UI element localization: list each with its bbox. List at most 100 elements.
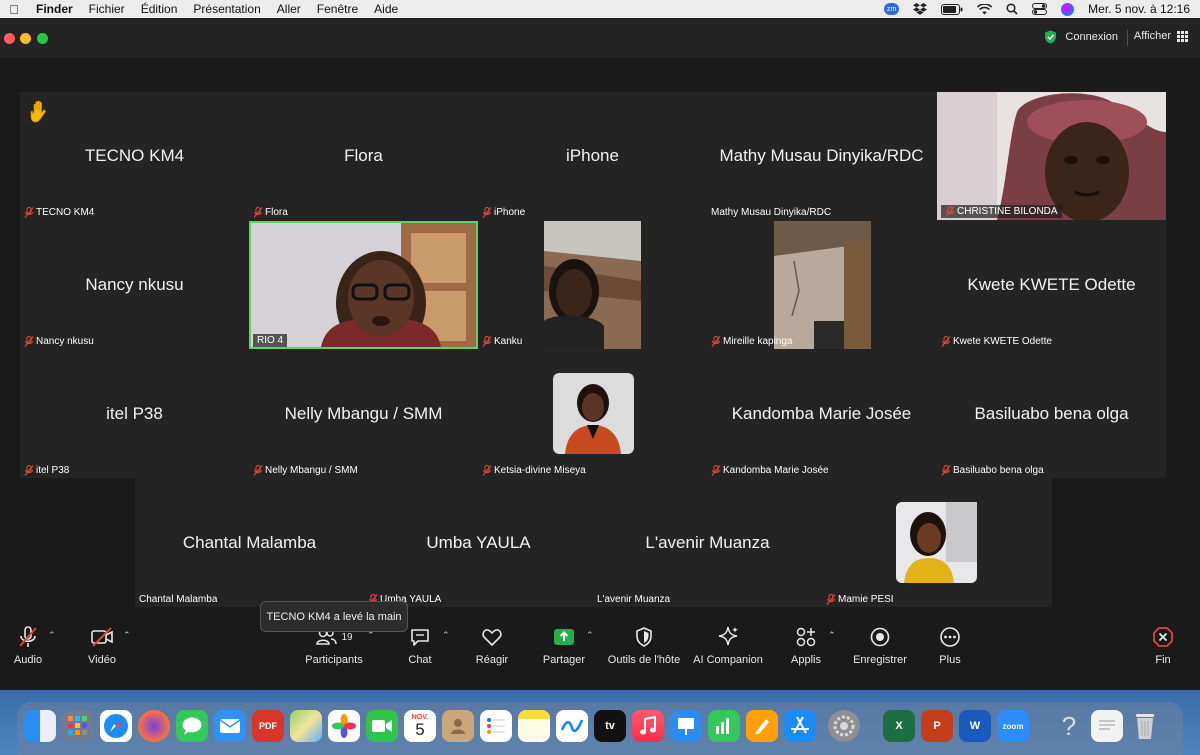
zoom-app-icon[interactable]: zoom — [997, 710, 1029, 742]
participant-tile[interactable]: Chantal Malamba Chantal Malamba — [135, 479, 364, 607]
apple-tv-icon[interactable]: tv — [594, 710, 626, 742]
muted-mic-icon — [941, 336, 951, 347]
participant-tile[interactable]: TECNO KM4 TECNO KM4 — [20, 92, 249, 220]
participant-label-text: RIO 4 — [257, 335, 284, 346]
mail-icon[interactable] — [214, 710, 246, 742]
apps-button[interactable]: Applis — [790, 626, 822, 666]
end-meeting-button[interactable]: Fin — [1148, 626, 1178, 666]
minimize-window-button[interactable] — [20, 33, 31, 44]
menu-bar:  Finder Fichier Édition Présentation Al… — [0, 0, 1200, 18]
host-tools-button[interactable]: Outils de l'hôte — [606, 626, 682, 666]
participant-tile[interactable]: Flora Flora — [249, 92, 478, 220]
menu-presentation[interactable]: Présentation — [185, 2, 268, 16]
raised-hand-icon — [30, 100, 46, 123]
view-button[interactable]: Afficher — [1134, 30, 1188, 42]
avatar — [553, 373, 634, 454]
close-window-button[interactable] — [4, 33, 15, 44]
participant-tile[interactable]: CHRISTINE BILONDA — [937, 92, 1166, 220]
freeform-icon[interactable] — [556, 710, 588, 742]
record-label: Enregistrer — [853, 654, 907, 666]
search-icon[interactable] — [1006, 3, 1018, 15]
maps-icon[interactable] — [290, 710, 322, 742]
firefox-icon[interactable] — [138, 710, 170, 742]
titlebar-divider — [1127, 30, 1128, 46]
participant-tile[interactable]: Umba YAULA Umba YAULA — [364, 479, 593, 607]
safari-icon[interactable] — [100, 710, 132, 742]
facetime-icon[interactable] — [366, 710, 398, 742]
word-icon[interactable]: W — [959, 710, 991, 742]
participant-tile[interactable]: Nancy nkusu Nancy nkusu — [20, 221, 249, 349]
participant-tile[interactable]: Ketsia-divine Miseya — [478, 350, 707, 478]
menu-aller[interactable]: Aller — [269, 2, 309, 16]
trash-icon[interactable] — [1129, 710, 1161, 742]
audio-button[interactable]: Audio — [12, 626, 44, 666]
participant-tile[interactable]: Kwete KWETE Odette Kwete KWETE Odette — [937, 221, 1166, 349]
participant-tile[interactable]: L'avenir Muanza L'avenir Muanza — [593, 479, 822, 607]
dropbox-icon[interactable] — [913, 3, 928, 15]
document-preview-icon[interactable] — [1091, 710, 1123, 742]
menu-edition[interactable]: Édition — [133, 2, 186, 16]
react-label: Réagir — [475, 654, 509, 666]
participant-tile[interactable]: itel P38 itel P38 — [20, 350, 249, 478]
reminders-icon[interactable] — [480, 710, 512, 742]
menubar-clock[interactable]: Mer. 5 nov. à 12:16 — [1088, 2, 1190, 16]
excel-icon[interactable]: X — [883, 710, 915, 742]
zoom-window-button[interactable] — [37, 33, 48, 44]
app-store-icon[interactable] — [784, 710, 816, 742]
participant-tile[interactable]: Kandomba Marie Josée Kandomba Marie José… — [707, 350, 936, 478]
participant-tile[interactable]: iPhone iPhone — [478, 92, 707, 220]
participant-tile[interactable]: Nelly Mbangu / SMM Nelly Mbangu / SMM — [249, 350, 478, 478]
desktop:  Finder Fichier Édition Présentation Al… — [0, 0, 1200, 755]
contacts-icon[interactable] — [442, 710, 474, 742]
photos-icon[interactable] — [328, 710, 360, 742]
help-icon[interactable]: ? — [1053, 710, 1085, 742]
video-button[interactable]: Vidéo — [86, 626, 118, 666]
menu-aide[interactable]: Aide — [366, 2, 406, 16]
participant-video — [544, 221, 641, 349]
view-label: Afficher — [1133, 30, 1171, 42]
system-settings-icon[interactable] — [828, 710, 860, 742]
apps-options-caret[interactable]: ⌃ — [828, 630, 836, 641]
notes-icon[interactable] — [518, 710, 550, 742]
record-button[interactable]: Enregistrer — [852, 626, 908, 666]
pdf-app-icon[interactable]: PDF — [252, 710, 284, 742]
apple-icon[interactable]:  — [0, 2, 28, 17]
finder-icon[interactable] — [24, 710, 56, 742]
video-options-caret[interactable]: ⌃ — [123, 630, 131, 641]
menu-fenetre[interactable]: Fenêtre — [309, 2, 366, 16]
participant-tile[interactable]: Mathy Musau Dinyika/RDC Mathy Musau Diny… — [707, 92, 936, 220]
wifi-icon[interactable] — [977, 3, 993, 15]
battery-icon[interactable] — [941, 3, 963, 15]
launchpad-icon[interactable] — [62, 710, 94, 742]
menu-fichier[interactable]: Fichier — [81, 2, 133, 16]
audio-options-caret[interactable]: ⌃ — [48, 630, 56, 641]
siri-icon[interactable] — [1061, 2, 1075, 16]
pages-icon[interactable] — [746, 710, 778, 742]
chat-button[interactable]: Chat — [404, 626, 436, 666]
powerpoint-icon[interactable]: P — [921, 710, 953, 742]
keynote-icon[interactable] — [670, 710, 702, 742]
messages-icon[interactable] — [176, 710, 208, 742]
participant-label: Flora — [253, 207, 288, 218]
react-button[interactable]: Réagir — [474, 626, 510, 666]
share-button[interactable]: Partager — [542, 626, 586, 666]
menu-finder[interactable]: Finder — [28, 2, 81, 16]
muted-mic-icon — [945, 206, 955, 217]
chat-options-caret[interactable]: ⌃ — [442, 630, 450, 641]
participant-tile[interactable]: Kanku — [478, 221, 707, 349]
more-button[interactable]: Plus — [934, 626, 966, 666]
participant-tile[interactable]: Mireille kapinga — [707, 221, 936, 349]
participants-button[interactable]: 19 Participants — [305, 626, 363, 666]
connexion-status[interactable]: Connexion — [1044, 30, 1118, 44]
calendar-icon[interactable]: NOV. 5 — [404, 710, 436, 742]
active-speaker-tile[interactable]: RIO 4 — [249, 221, 478, 349]
zoom-status-icon[interactable]: zm — [884, 3, 900, 15]
participant-video — [774, 221, 871, 349]
participant-tile[interactable]: Basiluabo bena olga Basiluabo bena olga — [937, 350, 1166, 478]
participant-tile[interactable]: Mamie PESI — [822, 479, 1051, 607]
ai-companion-button[interactable]: AI Companion — [693, 626, 763, 666]
share-options-caret[interactable]: ⌃ — [586, 630, 594, 641]
control-center-icon[interactable] — [1032, 3, 1048, 15]
music-icon[interactable] — [632, 710, 664, 742]
numbers-icon[interactable] — [708, 710, 740, 742]
